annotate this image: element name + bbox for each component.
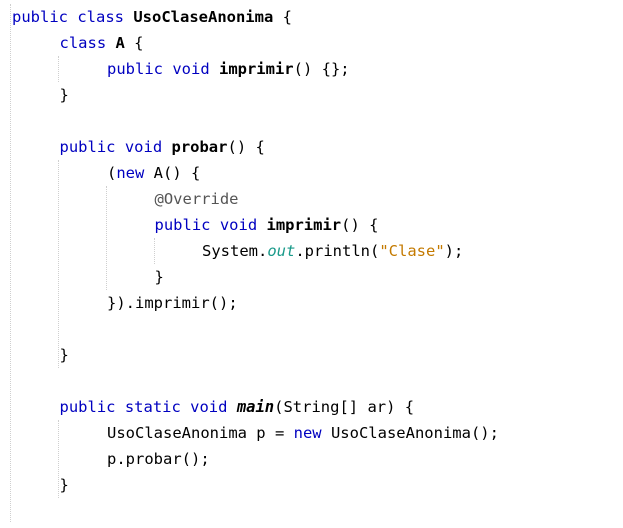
code-token: UsoClaseAnonima(); [321,424,499,442]
code-token: public void [154,216,267,234]
indent-guide [154,238,155,264]
code-token: () {}; [293,60,350,78]
code-token: A() { [144,164,201,182]
code-line: System.out.println("Clase"); [202,238,463,264]
code-token: imprimir [218,60,294,78]
code-line: (new A() { [107,160,200,186]
indent-guide [106,186,107,290]
code-token: @Override [154,190,239,208]
code-line: public void imprimir() { [155,212,379,238]
code-line: } [155,264,164,290]
code-token: probar [171,138,228,156]
code-line: public static void main(String[] ar) { [60,394,415,420]
code-token: () { [341,216,379,234]
code-token: UsoClaseAnonima [133,8,274,26]
code-token: public void [59,138,172,156]
code-token: () { [227,138,265,156]
code-line: } [60,472,69,498]
code-line: @Override [155,186,239,212]
code-token: System. [202,242,268,260]
code-token: A [115,34,125,52]
code-line: class A { [60,30,144,56]
code-line: } [60,342,69,368]
code-token: }).imprimir(); [107,294,238,312]
indent-guide [10,4,11,522]
code-token: p.probar(); [107,450,210,468]
code-token: } [59,86,69,104]
code-token: class [59,34,116,52]
code-line: } [60,82,69,108]
code-token: imprimir [266,216,342,234]
code-token: public static void [59,398,237,416]
code-line: public void probar() { [60,134,265,160]
code-line: p.probar(); [107,446,210,472]
code-editor[interactable]: public class UsoClaseAnonima {class A {p… [0,4,623,524]
indent-guide [58,56,59,82]
code-line: UsoClaseAnonima p = new UsoClaseAnonima(… [107,420,499,446]
code-token: { [124,34,144,52]
indent-guide [58,160,59,368]
code-token: public class [12,8,134,26]
code-token: } [59,346,69,364]
code-token: { [273,8,292,26]
code-token: public void [107,60,219,78]
code-token: .println( [295,242,380,260]
code-token: out [267,242,296,260]
code-token: ( [107,164,117,182]
code-token: new [116,164,145,182]
code-token: } [59,476,69,494]
code-token: new [293,424,322,442]
code-line: public class UsoClaseAnonima { [12,4,292,30]
code-token: UsoClaseAnonima p = [107,424,294,442]
code-token: ); [444,242,464,260]
code-token: main [236,398,275,416]
code-line: public void imprimir() {}; [107,56,350,82]
code-token: } [154,268,164,286]
code-line: }).imprimir(); [107,290,238,316]
code-token: "Clase" [379,242,445,260]
code-token: (String[] ar) { [274,398,415,416]
